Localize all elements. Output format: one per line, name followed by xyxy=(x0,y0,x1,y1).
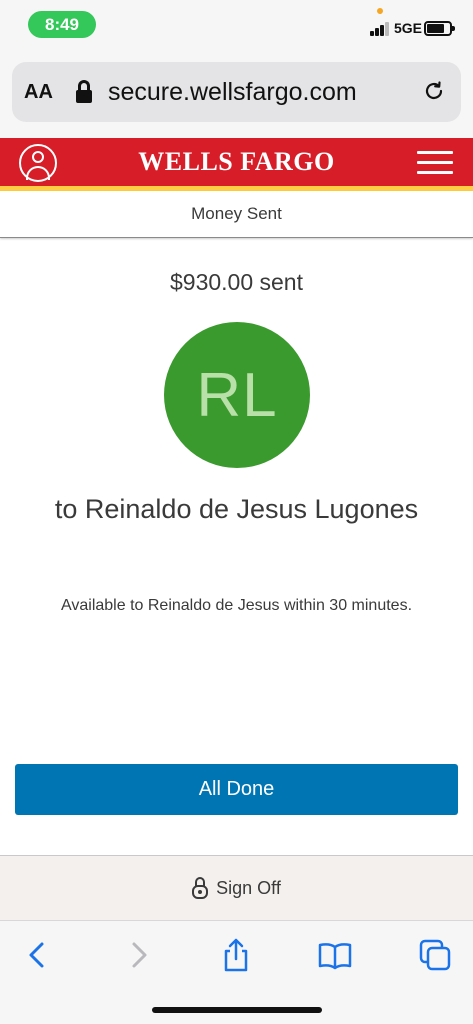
lock-icon xyxy=(76,80,92,104)
recipient-name: to Reinaldo de Jesus Lugones xyxy=(54,494,419,524)
sign-off-label[interactable]: Sign Off xyxy=(216,878,281,899)
amount-sent: $930.00 sent xyxy=(169,269,303,295)
footer: Sign Off xyxy=(0,855,473,920)
page-header: Money Sent xyxy=(0,191,473,238)
back-icon[interactable] xyxy=(20,937,56,973)
share-icon[interactable] xyxy=(218,937,254,973)
browser-address-area: AA secure.wellsfargo.com xyxy=(0,50,473,138)
status-time: 8:49 xyxy=(28,11,96,38)
page-title: Money Sent xyxy=(191,204,282,223)
forward-icon[interactable] xyxy=(120,937,156,973)
site-header: WELLS FARGO xyxy=(0,138,473,186)
status-bar: 8:49 5GE xyxy=(0,0,473,50)
availability-message: Available to Reinaldo de Jesus within 30… xyxy=(60,597,413,614)
home-indicator[interactable] xyxy=(152,1007,322,1013)
address-bar[interactable]: AA secure.wellsfargo.com xyxy=(12,62,461,122)
all-done-button[interactable]: All Done xyxy=(15,764,458,815)
text-size-button[interactable]: AA xyxy=(24,81,53,104)
privacy-indicator xyxy=(377,8,383,14)
battery-icon xyxy=(424,21,455,36)
menu-icon[interactable] xyxy=(417,151,453,175)
reload-icon[interactable] xyxy=(422,79,446,103)
brand-logo[interactable]: WELLS FARGO xyxy=(0,147,473,177)
url-text[interactable]: secure.wellsfargo.com xyxy=(108,78,357,107)
sign-off-link[interactable]: Sign Off xyxy=(0,877,473,899)
avatar-initials: RL xyxy=(196,360,278,430)
signal-icon xyxy=(370,22,392,36)
bookmarks-icon[interactable] xyxy=(317,937,353,973)
tabs-icon[interactable] xyxy=(417,937,453,973)
padlock-icon xyxy=(192,877,209,899)
avatar: RL xyxy=(164,322,310,468)
network-type: 5GE xyxy=(394,20,423,36)
